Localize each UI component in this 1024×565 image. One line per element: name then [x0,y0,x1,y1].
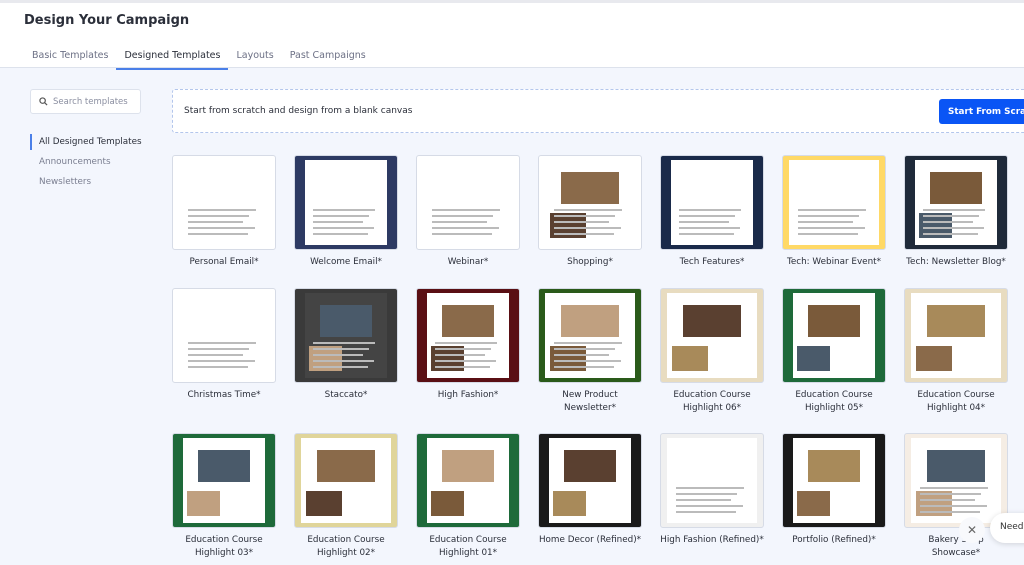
template-thumbnail [782,155,886,250]
sidebar: All Designed Templates Announcements New… [30,134,142,194]
template-name: Staccato* [324,390,368,400]
template-thumbnail [416,433,520,528]
template-name: Tech Features* [679,257,745,267]
template-card[interactable]: Portfolio (Refined)* [782,433,886,547]
blank-canvas-text: Start from scratch and design from a bla… [184,106,413,116]
template-name: Tech: Webinar Event* [786,257,882,267]
search-input[interactable] [53,96,138,107]
template-card[interactable]: Home Decor (Refined)* [538,433,642,547]
template-thumbnail [172,288,276,383]
page-title: Design Your Campaign [24,13,190,28]
tab-layouts[interactable]: Layouts [228,47,281,70]
template-card[interactable]: Staccato* [294,288,398,402]
template-card[interactable]: Education Course Highlight 01* [416,433,520,560]
template-thumbnail [782,433,886,528]
template-card[interactable]: Christmas Time* [172,288,276,402]
template-thumbnail [294,288,398,383]
template-thumbnail [294,155,398,250]
template-thumbnail [660,433,764,528]
template-thumbnail [416,155,520,250]
template-card[interactable]: Tech: Webinar Event* [782,155,886,269]
template-thumbnail [538,433,642,528]
template-name: Education Course Highlight 06* [673,390,751,413]
template-name: Education Course Highlight 05* [795,390,873,413]
template-thumbnail [416,288,520,383]
template-card[interactable]: Education Course Highlight 02* [294,433,398,560]
template-name: Christmas Time* [187,390,261,400]
template-name: Shopping* [567,257,613,267]
template-name: Education Course Highlight 04* [917,390,995,413]
tab-designed-templates[interactable]: Designed Templates [116,47,229,70]
template-thumbnail [660,288,764,383]
template-thumbnail [172,155,276,250]
template-card[interactable]: Education Course Highlight 03* [172,433,276,560]
template-name: Education Course Highlight 03* [185,535,263,558]
template-name: Education Course Highlight 01* [429,535,507,558]
sidebar-item-all-designed-templates[interactable]: All Designed Templates [30,134,142,150]
template-name: High Fashion* [437,390,499,400]
template-card[interactable]: Personal Email* [172,155,276,269]
template-thumbnail [904,288,1008,383]
template-card[interactable]: High Fashion* [416,288,520,402]
sidebar-item-newsletters[interactable]: Newsletters [30,174,142,190]
header: Design Your Campaign Basic Templates Des… [0,3,1024,70]
template-name: Home Decor (Refined)* [538,535,642,545]
template-card[interactable]: Tech Features* [660,155,764,269]
template-card[interactable]: Education Course Highlight 04* [904,288,1008,415]
template-thumbnail [904,433,1008,528]
template-thumbnail [660,155,764,250]
blank-canvas-panel: Start from scratch and design from a bla… [172,89,1024,133]
template-card[interactable]: Shopping* [538,155,642,269]
template-card[interactable]: Tech: Newsletter Blog* [904,155,1008,269]
sidebar-item-announcements[interactable]: Announcements [30,154,142,170]
tab-past-campaigns[interactable]: Past Campaigns [282,47,374,70]
template-card[interactable]: Education Course Highlight 05* [782,288,886,415]
search-box [30,89,141,114]
template-name: Portfolio (Refined)* [792,535,876,545]
template-thumbnail [904,155,1008,250]
template-card[interactable]: Education Course Highlight 06* [660,288,764,415]
help-chat-bubble[interactable]: Need [990,513,1024,543]
template-name: Welcome Email* [310,257,382,267]
template-card[interactable]: Welcome Email* [294,155,398,269]
template-thumbnail [294,433,398,528]
template-name: Bakery Shop Showcase* [928,535,984,558]
template-thumbnail [782,288,886,383]
template-thumbnail [538,288,642,383]
start-from-scratch-button[interactable]: Start From Scratch [939,99,1024,124]
tab-bar: Basic Templates Designed Templates Layou… [24,47,374,70]
template-name: New Product Newsletter* [562,390,618,413]
template-card[interactable]: New Product Newsletter* [538,288,642,415]
template-name: Education Course Highlight 02* [307,535,385,558]
template-thumbnail [538,155,642,250]
template-name: Tech: Newsletter Blog* [906,257,1006,267]
template-name: Webinar* [447,257,489,267]
tab-basic-templates[interactable]: Basic Templates [24,47,116,70]
template-name: Personal Email* [189,257,259,267]
close-icon[interactable]: ✕ [959,517,985,543]
template-card[interactable]: High Fashion (Refined)* [660,433,764,547]
template-name: High Fashion (Refined)* [660,535,764,545]
template-thumbnail [172,433,276,528]
template-card[interactable]: Bakery Shop Showcase* [904,433,1008,560]
template-card[interactable]: Webinar* [416,155,520,269]
search-icon [39,97,48,106]
